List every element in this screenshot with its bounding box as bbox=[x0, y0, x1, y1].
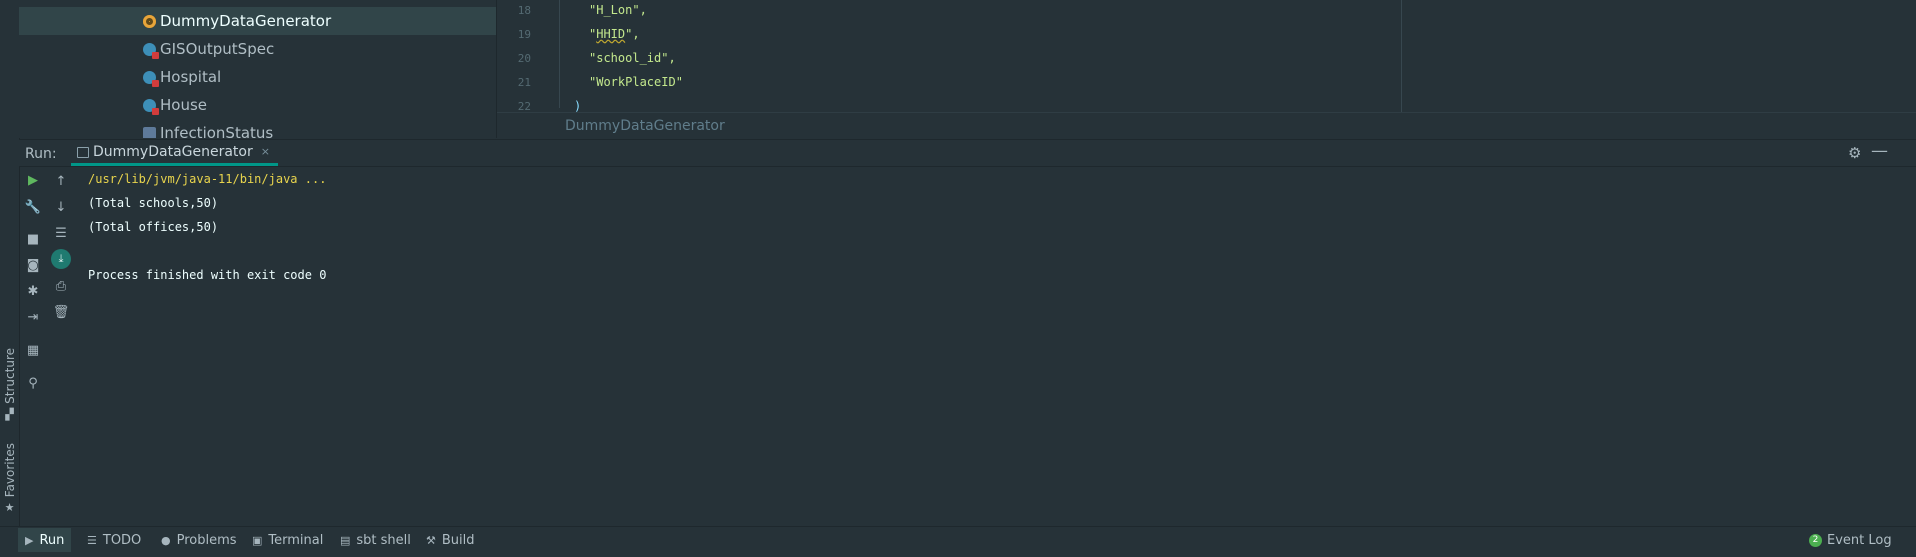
scroll-to-end-icon[interactable]: ⤓ bbox=[51, 249, 71, 269]
code-line: ) bbox=[574, 99, 582, 113]
run-console[interactable]: /usr/lib/jvm/java-11/bin/java ... (Total… bbox=[88, 166, 1908, 526]
structure-tab[interactable]: Structure ▞ bbox=[0, 348, 19, 421]
print-icon[interactable]: ⎙ bbox=[51, 276, 71, 296]
run-config-tab[interactable]: DummyDataGenerator × bbox=[71, 140, 278, 166]
code-line: "HHID", bbox=[589, 27, 640, 41]
info-icon: ● bbox=[161, 533, 171, 547]
scala-trait-icon bbox=[143, 126, 156, 138]
camera-icon[interactable]: ◙ bbox=[23, 255, 43, 275]
favorites-tab[interactable]: Favorites ★ bbox=[0, 443, 19, 514]
event-log-label: Event Log bbox=[1827, 532, 1892, 548]
line-number: 21 bbox=[517, 76, 531, 89]
sbt-icon: ▤ bbox=[340, 533, 351, 547]
bottom-tab-label: Build bbox=[441, 532, 475, 548]
structure-icon: ▞ bbox=[5, 407, 14, 421]
console-line: (Total offices,50) bbox=[88, 220, 219, 234]
structure-tab-label: Structure bbox=[2, 348, 17, 404]
bottom-tab-terminal[interactable]: ▣ Terminal bbox=[245, 528, 330, 552]
bottom-tab-label: Problems bbox=[176, 532, 237, 548]
breadcrumb-item[interactable]: DummyDataGenerator bbox=[565, 118, 725, 134]
bottom-tab-label: Terminal bbox=[268, 532, 324, 548]
tree-item-infectionstatus[interactable]: InfectionStatus bbox=[19, 119, 496, 138]
scala-class-icon bbox=[143, 42, 159, 59]
scala-class-icon bbox=[143, 70, 159, 87]
tree-item-house[interactable]: House bbox=[19, 91, 496, 119]
login-icon[interactable]: ⇥ bbox=[23, 307, 43, 327]
run-window-title: Run: bbox=[25, 146, 57, 162]
spelling-warning: HHID bbox=[596, 27, 626, 41]
close-icon[interactable]: × bbox=[261, 145, 270, 158]
minimize-icon[interactable]: — bbox=[1871, 141, 1888, 161]
layout-icon[interactable]: ▦ bbox=[23, 340, 43, 360]
play-icon: ▶ bbox=[25, 533, 34, 547]
scala-class-icon bbox=[143, 98, 159, 115]
terminal-icon: ▣ bbox=[252, 533, 263, 547]
code-editor[interactable]: 18 19 20 21 22 "H_Lon", "HHID", "school_… bbox=[497, 0, 1916, 138]
bottom-tab-run[interactable]: ▶ Run bbox=[18, 528, 72, 552]
breadcrumb[interactable]: DummyDataGenerator bbox=[497, 112, 1916, 138]
bottom-tab-label: TODO bbox=[102, 532, 142, 548]
bottom-tool-bar: ▶ Run ☰ TODO ● Problems ▣ Terminal ▤ sbt… bbox=[0, 526, 1916, 557]
soft-wrap-icon[interactable]: ☰ bbox=[51, 223, 71, 243]
console-line: /usr/lib/jvm/java-11/bin/java ... bbox=[88, 172, 327, 186]
event-log-tab[interactable]: 2 Event Log bbox=[1802, 528, 1899, 552]
project-tree: DummyDataGenerator GISOutputSpec Hospita… bbox=[19, 0, 497, 138]
code-line: "school_id", bbox=[589, 51, 676, 65]
tree-item-dummydatagenerator[interactable]: DummyDataGenerator bbox=[19, 7, 496, 35]
fold-guide bbox=[559, 0, 560, 108]
gear-icon[interactable]: ⚙ bbox=[1848, 144, 1861, 162]
code-line: "H_Lon", bbox=[589, 3, 647, 17]
rerun-icon[interactable]: ▶ bbox=[23, 170, 43, 190]
right-margin-guide bbox=[1401, 0, 1402, 112]
run-tab-label: DummyDataGenerator bbox=[93, 143, 253, 160]
line-number: 18 bbox=[517, 4, 531, 17]
tree-item-gisoutputspec[interactable]: GISOutputSpec bbox=[19, 35, 496, 63]
line-number: 19 bbox=[517, 28, 531, 41]
arrow-down-icon[interactable]: ↓ bbox=[51, 197, 71, 217]
wrench-icon[interactable]: 🔧 bbox=[23, 197, 43, 217]
bottom-tab-label: Run bbox=[39, 532, 65, 548]
favorites-tab-label: Favorites bbox=[2, 443, 17, 498]
run-tool-window-header: Run: DummyDataGenerator × ⚙ — bbox=[19, 139, 1916, 167]
list-icon: ☰ bbox=[87, 533, 97, 547]
arrow-up-icon[interactable]: ↑ bbox=[51, 171, 71, 191]
star-icon: ★ bbox=[4, 501, 15, 515]
tree-item-label: InfectionStatus bbox=[160, 124, 274, 138]
line-number: 20 bbox=[517, 52, 531, 65]
bottom-tab-sbt-shell[interactable]: ▤ sbt shell bbox=[333, 528, 418, 552]
console-tab-icon bbox=[77, 147, 89, 158]
trash-icon[interactable]: 🗑 bbox=[51, 302, 71, 322]
hammer-icon: ⚒ bbox=[426, 533, 436, 547]
code-line: "WorkPlaceID" bbox=[589, 75, 683, 89]
tree-item-label: DummyDataGenerator bbox=[160, 12, 332, 30]
bottom-tab-label: sbt shell bbox=[356, 532, 411, 548]
tree-item-label: Hospital bbox=[160, 68, 222, 86]
scala-object-icon bbox=[143, 14, 156, 28]
console-line: (Total schools,50) bbox=[88, 196, 219, 210]
tree-item-hospital[interactable]: Hospital bbox=[19, 63, 496, 91]
pin-icon[interactable]: ⚲ bbox=[23, 373, 43, 393]
bottom-tab-build[interactable]: ⚒ Build bbox=[419, 528, 482, 552]
left-tool-strip: Structure ▞ Favorites ★ bbox=[0, 0, 20, 556]
debug-icon[interactable]: ✱ bbox=[23, 281, 43, 301]
tree-item-label: House bbox=[160, 96, 208, 114]
notification-badge: 2 bbox=[1809, 533, 1822, 547]
bottom-tab-todo[interactable]: ☰ TODO bbox=[80, 528, 148, 552]
tree-item-label: GISOutputSpec bbox=[160, 40, 275, 58]
console-line: Process finished with exit code 0 bbox=[88, 268, 327, 282]
stop-icon[interactable]: ■ bbox=[23, 229, 43, 249]
bottom-tab-problems[interactable]: ● Problems bbox=[154, 528, 244, 552]
